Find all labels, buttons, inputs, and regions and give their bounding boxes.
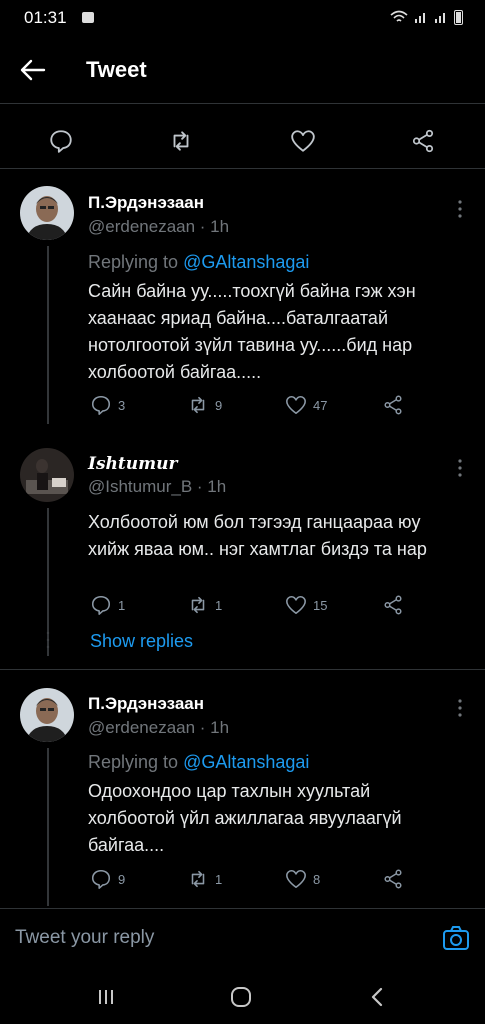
reply-count-value: 3 <box>118 397 126 413</box>
gallery-notification-icon <box>82 12 94 23</box>
wifi-icon <box>390 10 408 22</box>
reply-count[interactable]: 3 <box>90 394 125 416</box>
reply-icon <box>91 595 111 615</box>
header-divider <box>0 103 485 104</box>
tweet-author-name[interactable]: П.Эрдэнэзаан <box>88 694 204 714</box>
thread-line <box>47 246 49 424</box>
page-title: Tweet <box>86 57 147 82</box>
retweet-count[interactable]: 1 <box>187 594 222 616</box>
retweet-count-value: 9 <box>215 397 223 413</box>
camera-icon[interactable] <box>442 924 470 952</box>
like-icon <box>286 395 306 415</box>
tweet-author-name[interactable]: П.Эрдэнэзаан <box>88 193 204 213</box>
retweet-icon <box>191 870 205 888</box>
like-count-value: 15 <box>313 597 328 613</box>
tweet-text: Сайн байна уу.....тоохгүй байна гэж хэн … <box>88 281 416 382</box>
battery-icon <box>454 10 463 25</box>
share-button[interactable] <box>382 594 404 616</box>
share-button[interactable] <box>382 394 404 416</box>
thread-divider <box>0 669 485 670</box>
retweet-count[interactable]: 1 <box>187 868 222 890</box>
like-count-value: 47 <box>313 397 328 413</box>
retweet-count-value: 1 <box>215 871 223 887</box>
actions-divider <box>0 168 485 169</box>
reply-bar-divider <box>0 908 485 909</box>
retweet-icon <box>191 396 205 414</box>
signal-icon <box>415 13 425 23</box>
replying-to: Replying to @GAltanshagai <box>88 252 309 273</box>
share-button[interactable] <box>382 868 404 890</box>
reply-count[interactable]: 1 <box>90 594 125 616</box>
tweet-author-handle: @erdenezaan · 1h <box>88 718 230 737</box>
tweet-text: Холбоотой юм бол тэгээд ганцаараа юу хий… <box>88 512 427 559</box>
reply-icon <box>91 395 111 415</box>
retweet-count[interactable]: 9 <box>187 394 222 416</box>
like-count[interactable]: 15 <box>285 594 327 616</box>
avatar[interactable] <box>20 186 74 240</box>
replying-to: Replying to @GAltanshagai <box>88 752 309 773</box>
thread-dots <box>46 630 50 656</box>
thread-line <box>47 748 49 906</box>
status-icons <box>390 9 463 25</box>
home-icon[interactable] <box>230 986 252 1008</box>
signal-icon-2 <box>435 13 445 23</box>
like-icon <box>286 869 306 889</box>
reply-count-value: 1 <box>118 597 126 613</box>
reply-icon <box>91 869 111 889</box>
replying-to-prefix: Replying to <box>88 752 184 772</box>
avatar[interactable] <box>20 448 74 502</box>
reply-icon[interactable] <box>48 128 74 154</box>
more-options-icon[interactable] <box>455 457 465 479</box>
share-icon <box>384 595 402 615</box>
like-icon[interactable] <box>290 128 316 154</box>
replying-to-prefix: Replying to <box>88 252 184 272</box>
retweet-icon[interactable] <box>168 128 194 154</box>
recent-apps-icon[interactable] <box>96 987 116 1007</box>
like-count-value: 8 <box>313 871 321 887</box>
share-icon <box>384 869 402 889</box>
retweet-count-value: 1 <box>215 597 223 613</box>
reply-count-value: 9 <box>118 871 126 887</box>
mention-link[interactable]: @GAltanshagai <box>183 752 309 772</box>
back-nav-icon[interactable] <box>368 986 388 1008</box>
show-replies-link[interactable]: Show replies <box>90 631 193 652</box>
more-options-icon[interactable] <box>455 697 465 719</box>
tweet-author-name[interactable]: Ishtumur <box>88 454 177 474</box>
status-time: 01:31 <box>24 8 67 27</box>
share-icon <box>384 395 402 415</box>
tweet-author-handle: @Ishtumur_B · 1h <box>88 477 227 496</box>
like-icon <box>286 595 306 615</box>
avatar[interactable] <box>20 688 74 742</box>
reply-count[interactable]: 9 <box>90 868 125 890</box>
mention-link[interactable]: @GAltanshagai <box>183 252 309 272</box>
like-count[interactable]: 47 <box>285 394 327 416</box>
like-count[interactable]: 8 <box>285 868 320 890</box>
more-options-icon[interactable] <box>455 198 465 220</box>
tweet-author-handle: @erdenezaan · 1h <box>88 217 230 236</box>
tweet-text: Одоохондоо цар тахлын хуультай холбоотой… <box>88 781 402 855</box>
share-icon[interactable] <box>410 128 436 154</box>
retweet-icon <box>191 596 205 614</box>
back-arrow-icon[interactable] <box>20 58 46 82</box>
reply-input[interactable]: Tweet your reply <box>15 927 154 949</box>
